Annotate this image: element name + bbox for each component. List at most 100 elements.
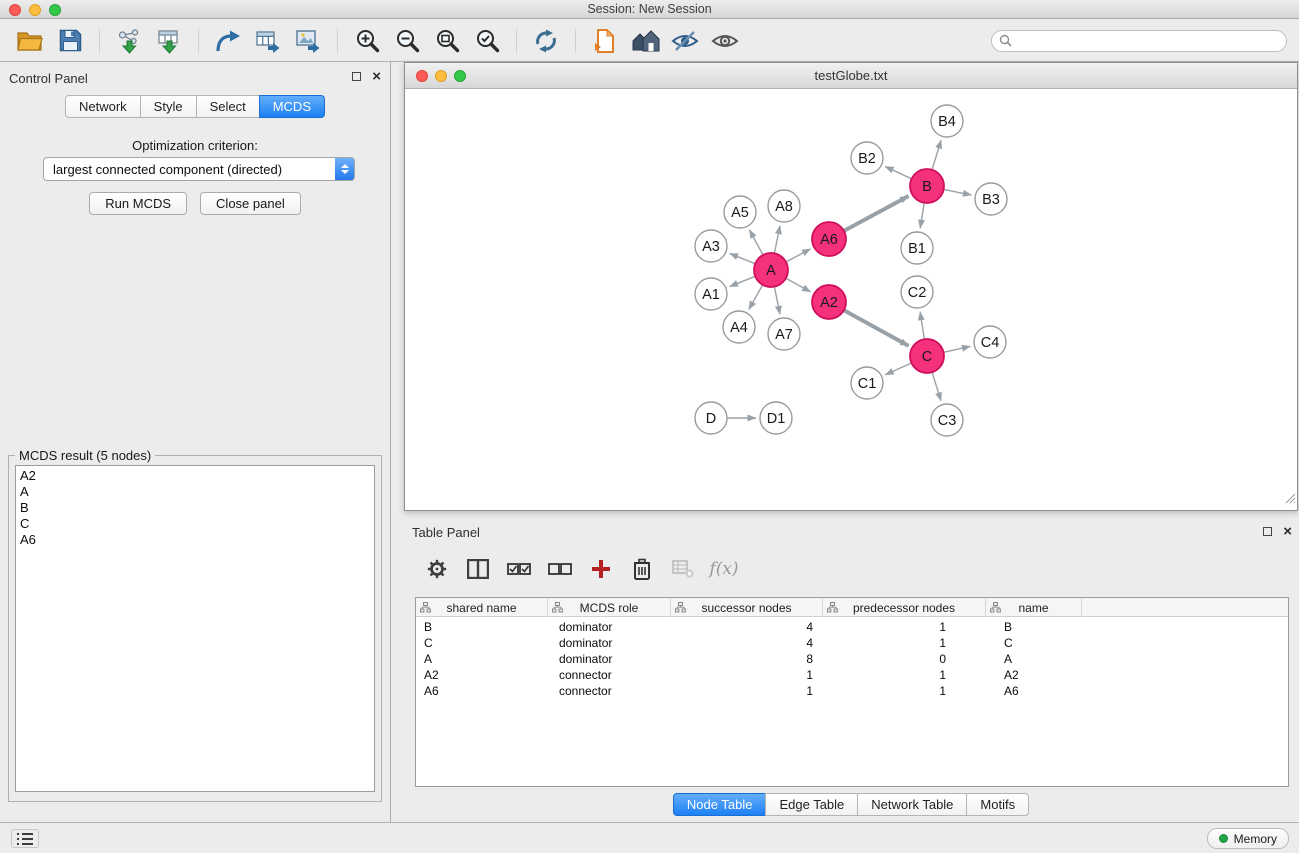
- search-input[interactable]: [991, 30, 1287, 52]
- import-table-button[interactable]: [149, 23, 189, 59]
- toggle-details-button[interactable]: [665, 23, 705, 59]
- show-hide-button[interactable]: [705, 23, 745, 59]
- edge-A-A6[interactable]: [786, 249, 810, 262]
- edge-A6-B[interactable]: [844, 196, 909, 231]
- network-zoom-button[interactable]: [454, 70, 466, 82]
- edge-B-B3[interactable]: [944, 189, 972, 195]
- node-A5[interactable]: A5: [724, 196, 756, 228]
- node-A3[interactable]: A3: [695, 230, 727, 262]
- mcds-result-list[interactable]: A2ABCA6: [15, 465, 375, 792]
- node-C3[interactable]: C3: [931, 404, 963, 436]
- table-tabs-node-table[interactable]: Node Table: [673, 793, 767, 816]
- edge-A-A7[interactable]: [774, 287, 780, 315]
- node-A7[interactable]: A7: [768, 318, 800, 350]
- delete-table-button[interactable]: [664, 552, 702, 586]
- apply-layout-button[interactable]: [526, 23, 566, 59]
- node-A4[interactable]: A4: [723, 311, 755, 343]
- share-network-button[interactable]: [208, 23, 248, 59]
- resize-grip-icon[interactable]: [1285, 491, 1296, 509]
- node-B[interactable]: B: [910, 169, 944, 203]
- node-D1[interactable]: D1: [760, 402, 792, 434]
- node-A8[interactable]: A8: [768, 190, 800, 222]
- close-panel-button[interactable]: Close panel: [200, 192, 301, 215]
- float-table-panel-icon[interactable]: [1263, 527, 1272, 536]
- deselect-all-columns-button[interactable]: [541, 552, 579, 586]
- edge-B-B1[interactable]: [920, 203, 924, 228]
- close-table-panel-icon[interactable]: ×: [1283, 526, 1292, 537]
- node-D[interactable]: D: [695, 402, 727, 434]
- node-A2[interactable]: A2: [812, 285, 846, 319]
- table-row-A2[interactable]: A2connector11A2: [416, 667, 1288, 683]
- node-table[interactable]: shared nameMCDS rolesuccessor nodesprede…: [415, 597, 1289, 787]
- zoom-out-button[interactable]: [387, 23, 427, 59]
- zoom-window-button[interactable]: [49, 4, 61, 16]
- control-tabs-style[interactable]: Style: [140, 95, 197, 118]
- node-A[interactable]: A: [754, 253, 788, 287]
- column-header-successor-nodes[interactable]: successor nodes: [671, 598, 823, 617]
- table-row-A[interactable]: Adominator80A: [416, 651, 1288, 667]
- table-settings-button[interactable]: [418, 552, 456, 586]
- node-B4[interactable]: B4: [931, 105, 963, 137]
- edge-B-B4[interactable]: [932, 140, 941, 170]
- open-session-button[interactable]: [10, 23, 50, 59]
- network-window-titlebar[interactable]: testGlobe.txt: [405, 63, 1297, 89]
- table-row-B[interactable]: Bdominator41B: [416, 619, 1288, 635]
- close-window-button[interactable]: [9, 4, 21, 16]
- network-home-button[interactable]: [625, 23, 665, 59]
- node-C4[interactable]: C4: [974, 326, 1006, 358]
- table-tabs-edge-table[interactable]: Edge Table: [765, 793, 858, 816]
- mcds-result-item[interactable]: A2: [20, 468, 374, 484]
- show-tasks-button[interactable]: [11, 829, 39, 848]
- control-tabs-select[interactable]: Select: [196, 95, 260, 118]
- close-panel-icon[interactable]: ×: [372, 71, 381, 82]
- column-header-predecessor-nodes[interactable]: predecessor nodes: [823, 598, 986, 617]
- mcds-result-item[interactable]: C: [20, 516, 374, 532]
- network-canvas[interactable]: B4 B2 B B3 A5 A8 A6 B1 A3 A C2 A1 A2 A4 A7 C4 C C1 C3 D D1: [405, 89, 1297, 510]
- column-header-MCDS-role[interactable]: MCDS role: [548, 598, 671, 617]
- import-network-button[interactable]: [109, 23, 149, 59]
- edge-A-A2[interactable]: [786, 278, 811, 292]
- dropdown-stepper-icon[interactable]: [335, 158, 354, 180]
- node-B2[interactable]: B2: [851, 142, 883, 174]
- node-B3[interactable]: B3: [975, 183, 1007, 215]
- node-C1[interactable]: C1: [851, 367, 883, 399]
- network-graph[interactable]: B4 B2 B B3 A5 A8 A6 B1 A3 A C2 A1 A2 A4 A7 C4 C C1 C3 D D1: [405, 89, 1297, 510]
- open-recent-button[interactable]: [585, 23, 625, 59]
- memory-button[interactable]: Memory: [1207, 828, 1289, 849]
- node-A1[interactable]: A1: [695, 278, 727, 310]
- node-B1[interactable]: B1: [901, 232, 933, 264]
- edge-A-A8[interactable]: [774, 226, 780, 254]
- table-row-A6[interactable]: A6connector11A6: [416, 683, 1288, 699]
- delete-column-button[interactable]: [623, 552, 661, 586]
- minimize-window-button[interactable]: [29, 4, 41, 16]
- edge-A-A4[interactable]: [749, 285, 763, 310]
- node-C2[interactable]: C2: [901, 276, 933, 308]
- mcds-result-item[interactable]: B: [20, 500, 374, 516]
- column-header-shared-name[interactable]: shared name: [416, 598, 548, 617]
- network-minimize-button[interactable]: [435, 70, 447, 82]
- export-table-button[interactable]: [248, 23, 288, 59]
- optimization-dropdown[interactable]: largest connected component (directed): [43, 157, 355, 181]
- node-A6[interactable]: A6: [812, 222, 846, 256]
- edge-C-C4[interactable]: [944, 346, 971, 352]
- edge-C-C1[interactable]: [885, 363, 911, 375]
- zoom-selected-button[interactable]: [467, 23, 507, 59]
- edge-A2-C[interactable]: [844, 310, 909, 346]
- zoom-in-button[interactable]: [347, 23, 387, 59]
- control-tabs-network[interactable]: Network: [65, 95, 141, 118]
- zoom-fit-button[interactable]: [427, 23, 467, 59]
- edge-C-C3[interactable]: [932, 372, 941, 401]
- mcds-result-item[interactable]: A: [20, 484, 374, 500]
- function-builder-button[interactable]: f(x): [705, 552, 743, 586]
- control-tabs-mcds[interactable]: MCDS: [259, 95, 325, 118]
- table-tabs-network-table[interactable]: Network Table: [857, 793, 967, 816]
- add-column-button[interactable]: [582, 552, 620, 586]
- node-C[interactable]: C: [910, 339, 944, 373]
- run-mcds-button[interactable]: Run MCDS: [89, 192, 187, 215]
- save-session-button[interactable]: [50, 23, 90, 59]
- table-tabs-motifs[interactable]: Motifs: [966, 793, 1029, 816]
- network-close-button[interactable]: [416, 70, 428, 82]
- edge-B-B2[interactable]: [885, 166, 911, 178]
- edge-A-A5[interactable]: [749, 230, 763, 255]
- select-all-columns-button[interactable]: [500, 552, 538, 586]
